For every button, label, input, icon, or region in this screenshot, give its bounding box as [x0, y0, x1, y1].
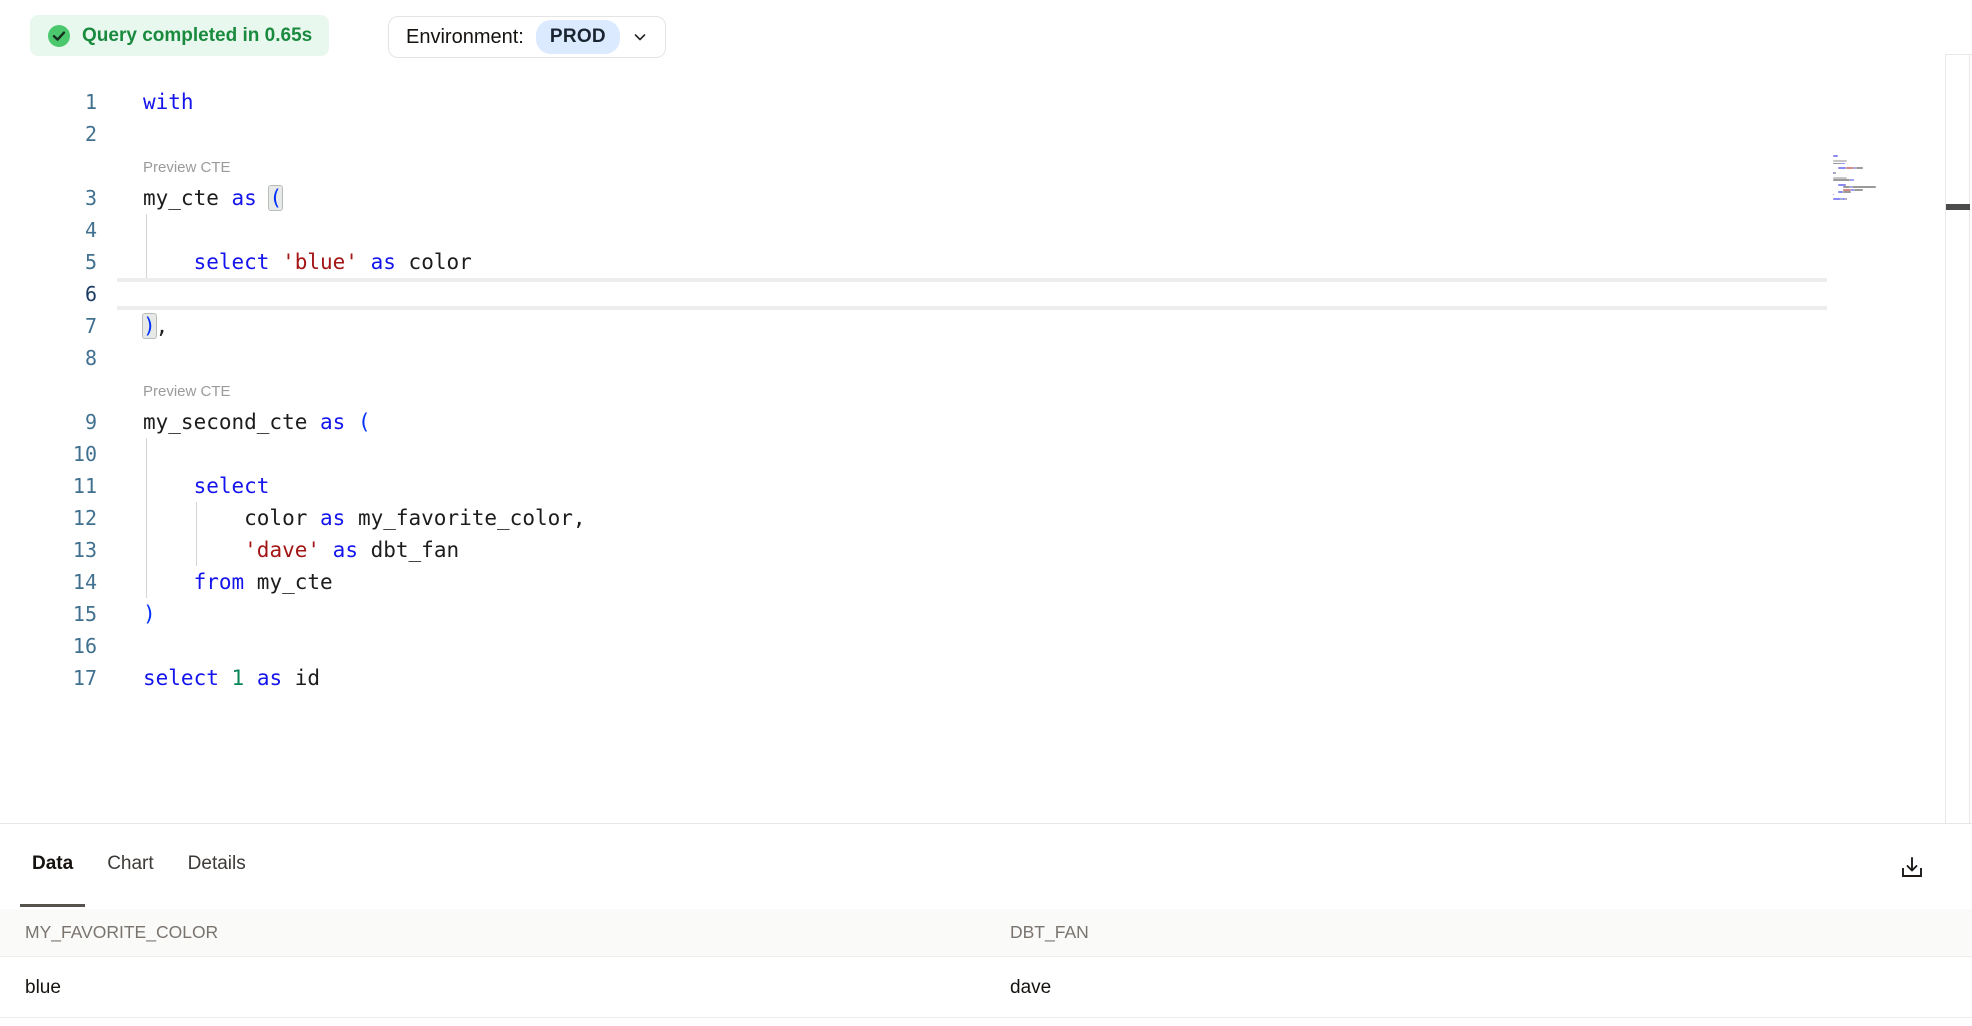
code-text — [117, 438, 1827, 470]
code-text: my_cte as ( — [117, 182, 1827, 214]
code-text — [117, 342, 1827, 374]
table-row: bluedave — [0, 958, 1972, 1018]
tab-data[interactable]: Data — [20, 824, 85, 907]
code-line[interactable]: 3 my_cte as ( — [0, 182, 1972, 214]
code-line[interactable]: 12 color as my_favorite_color, — [0, 502, 1972, 534]
code-line[interactable]: 10 — [0, 438, 1972, 470]
indent-guide — [146, 566, 147, 598]
download-tray-icon — [1898, 854, 1926, 882]
code-text — [117, 118, 1827, 150]
environment-label: Environment: — [406, 26, 524, 49]
code-line[interactable]: 16 — [0, 630, 1972, 662]
preview-cte-label: Preview CTE — [117, 150, 1827, 182]
line-number: 16 — [0, 630, 97, 662]
line-number: 1 — [0, 86, 97, 118]
preview-cte-lens[interactable]: Preview CTE — [0, 150, 1972, 182]
sql-editor[interactable]: 1 with 2 Preview CTE 3 my_cte as ( 45 select '… — [0, 70, 1972, 823]
resize-handle[interactable] — [1946, 204, 1970, 210]
code-text: my_second_cte as ( — [117, 406, 1827, 438]
line-number: 4 — [0, 214, 97, 246]
line-number: 17 — [0, 662, 97, 694]
code-line[interactable]: 17 select 1 as id — [0, 662, 1972, 694]
panel-divider — [0, 823, 1972, 824]
status-badge: Query completed in 0.65s — [30, 15, 329, 56]
indent-guide — [146, 470, 147, 502]
line-number: 10 — [0, 438, 97, 470]
environment-value-pill: PROD — [536, 20, 620, 54]
code-text: color as my_favorite_color, — [117, 502, 1827, 534]
code-text — [117, 278, 1827, 310]
code-line[interactable]: 15) — [0, 598, 1972, 630]
code-text: ) — [117, 598, 1827, 630]
line-number: 7 — [0, 310, 97, 342]
preview-cte-label: Preview CTE — [117, 374, 1827, 406]
code-line[interactable]: 8 — [0, 342, 1972, 374]
code-text: select 'blue' as color — [117, 246, 1827, 278]
table-header-cell: MY_FAVORITE_COLOR — [0, 922, 985, 943]
code-line[interactable]: 11 select — [0, 470, 1972, 502]
line-number: 11 — [0, 470, 97, 502]
indent-guide — [146, 502, 147, 534]
chevron-down-icon — [632, 29, 648, 45]
line-number: 3 — [0, 182, 97, 214]
tab-details[interactable]: Details — [176, 824, 258, 907]
editor-right-rail-right-border — [1969, 54, 1970, 823]
code-line[interactable]: 13 'dave' as dbt_fan — [0, 534, 1972, 566]
environment-select[interactable]: Environment: PROD — [388, 16, 666, 58]
indent-guide — [196, 534, 197, 566]
code-line[interactable]: 14 from my_cte — [0, 566, 1972, 598]
line-number: 6 — [0, 278, 97, 310]
indent-guide — [196, 502, 197, 534]
indent-guide — [146, 438, 147, 470]
results-tabs: DataChartDetails — [20, 824, 258, 907]
editor-right-rail-left-border — [1945, 54, 1946, 823]
table-cell: dave — [985, 977, 1051, 999]
code-line[interactable]: 1 with — [0, 86, 1972, 118]
line-number: 15 — [0, 598, 97, 630]
code-area: 1 with 2 Preview CTE 3 my_cte as ( 45 select '… — [0, 86, 1972, 694]
code-text — [117, 214, 1827, 246]
code-line[interactable]: 2 — [0, 118, 1972, 150]
code-text: 'dave' as dbt_fan — [117, 534, 1827, 566]
check-circle-icon — [47, 24, 71, 48]
code-line[interactable]: 6 — [0, 278, 1972, 310]
line-number: 8 — [0, 342, 97, 374]
code-text: from my_cte — [117, 566, 1827, 598]
line-number: 13 — [0, 534, 97, 566]
code-text: ), — [117, 310, 1827, 342]
download-button[interactable] — [1892, 848, 1932, 888]
editor-right-rail-top — [1945, 54, 1972, 55]
line-number: 2 — [0, 118, 97, 150]
code-text: with — [117, 86, 1827, 118]
table-header-row: MY_FAVORITE_COLORDBT_FAN — [0, 909, 1972, 957]
indent-guide — [146, 246, 147, 278]
code-line[interactable]: 4 — [0, 214, 1972, 246]
indent-guide — [146, 534, 147, 566]
code-line[interactable]: 7), — [0, 310, 1972, 342]
tab-chart[interactable]: Chart — [95, 824, 165, 907]
code-text: select — [117, 470, 1827, 502]
code-text: select 1 as id — [117, 662, 1827, 694]
indent-guide — [146, 214, 147, 246]
preview-cte-lens[interactable]: Preview CTE — [0, 374, 1972, 406]
line-number: 12 — [0, 502, 97, 534]
code-line[interactable]: 5 select 'blue' as color — [0, 246, 1972, 278]
sql-ide-window: Query completed in 0.65s Environment: PR… — [0, 0, 1972, 1026]
line-number: 14 — [0, 566, 97, 598]
line-number: 5 — [0, 246, 97, 278]
code-line[interactable]: 9 my_second_cte as ( — [0, 406, 1972, 438]
table-header-cell: DBT_FAN — [985, 922, 1089, 943]
status-text: Query completed in 0.65s — [82, 25, 312, 47]
code-text — [117, 630, 1827, 662]
line-number: 9 — [0, 406, 97, 438]
table-cell: blue — [0, 977, 985, 999]
minimap[interactable] — [1833, 155, 1883, 200]
